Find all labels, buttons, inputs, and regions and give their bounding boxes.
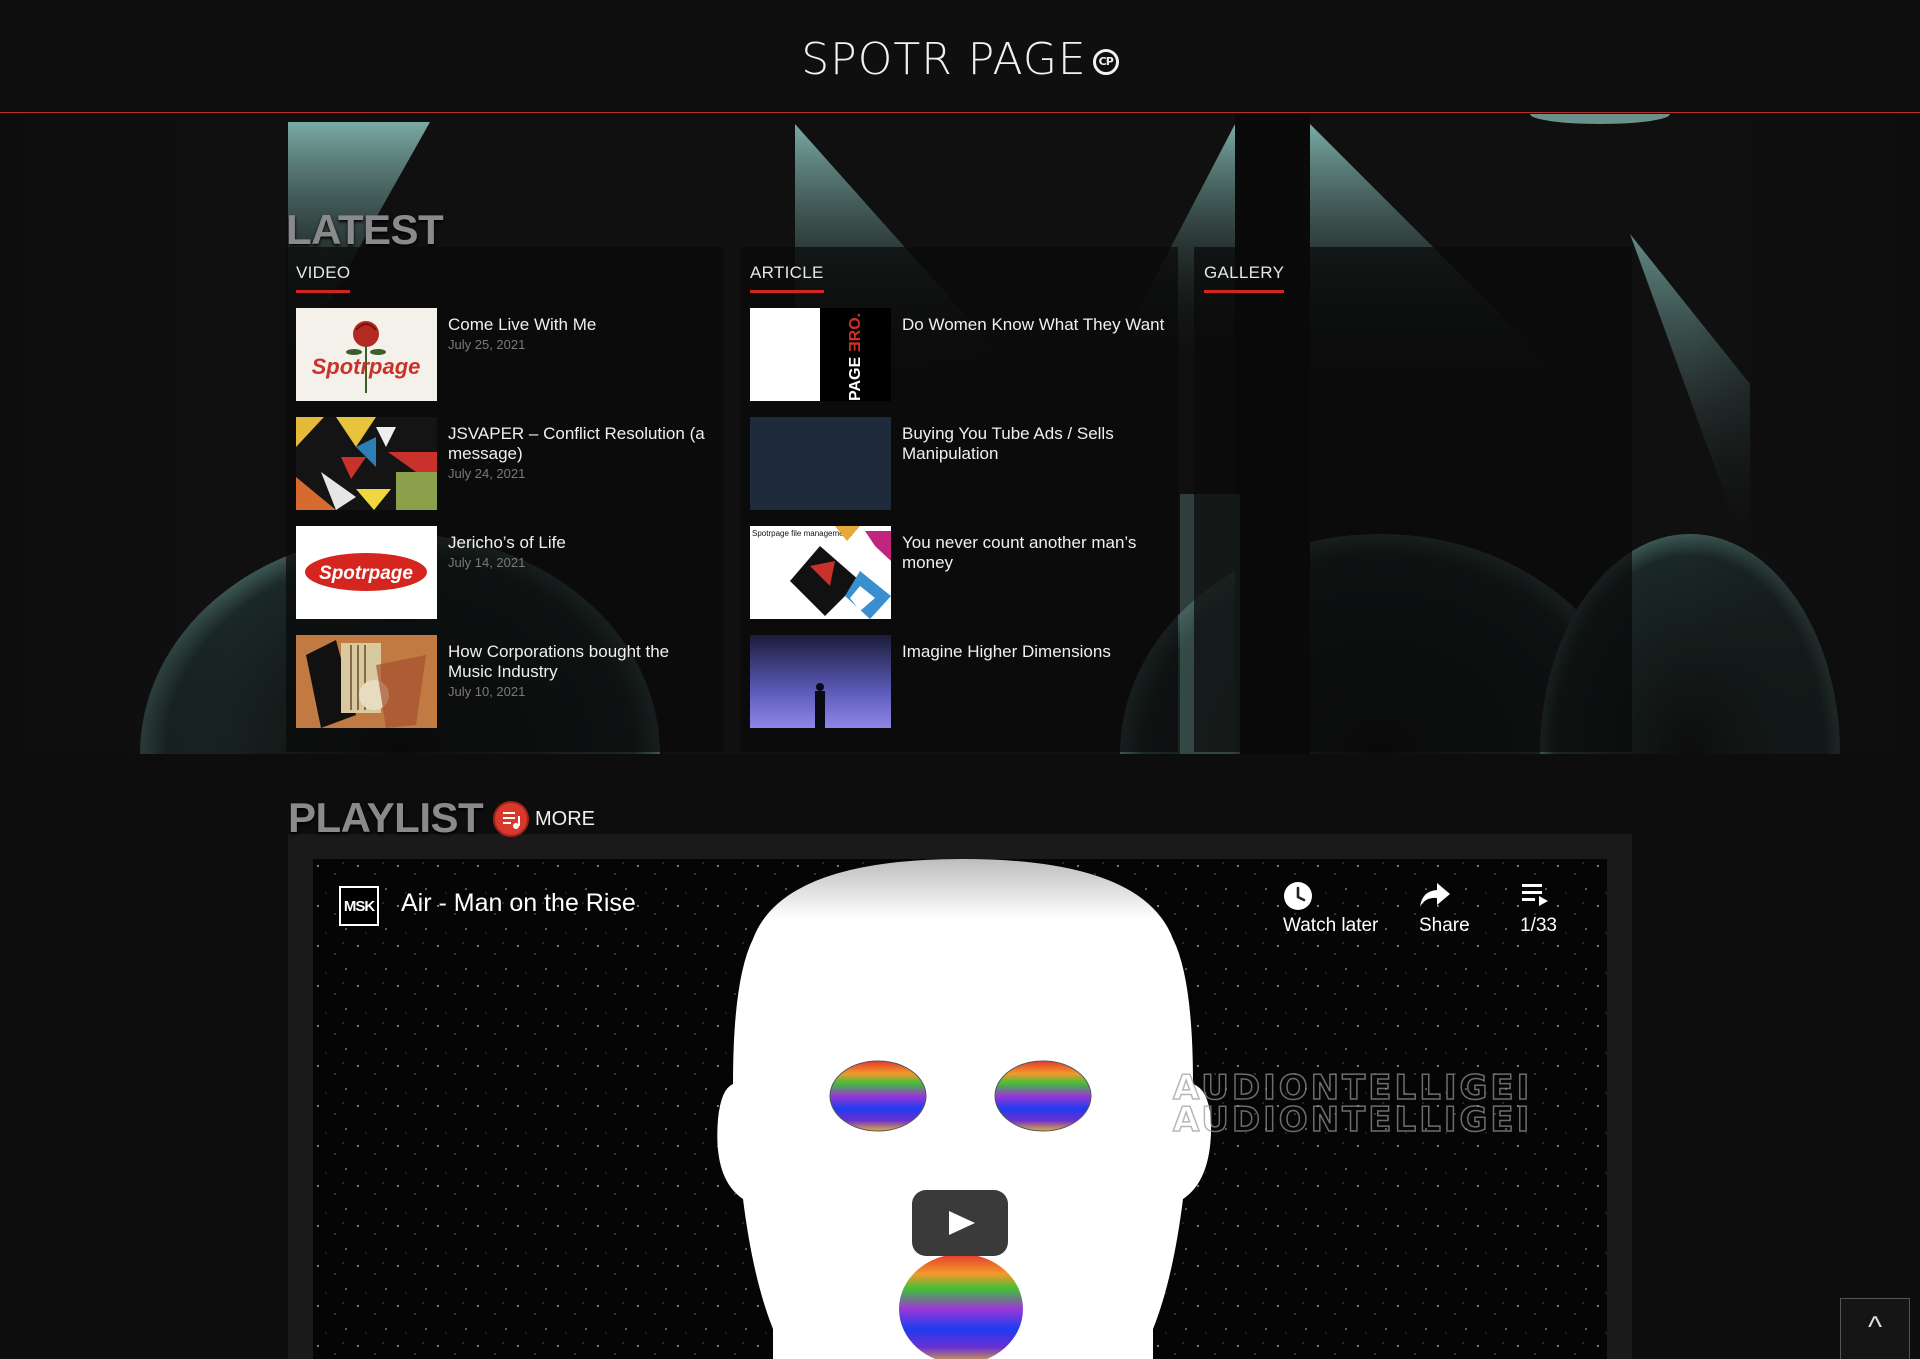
article-item[interactable]: PAGE ƎRO. Do Women Know What They Want: [750, 308, 1174, 401]
embedded-video-player[interactable]: AUDIONTELLIGEI AUDIONTELLIGEI MSK Air - …: [313, 859, 1607, 1359]
playlist-position: 1/33: [1520, 915, 1557, 936]
playlist-queue-icon: [1520, 881, 1557, 915]
site-title-text[interactable]: SPOTR PAGE: [801, 34, 1086, 85]
watch-later-button[interactable]: Watch later: [1283, 881, 1378, 937]
site-logo-mark: CP: [1092, 49, 1119, 75]
playlist-queue-button[interactable]: 1/33: [1520, 881, 1557, 937]
video-item-title[interactable]: Jericho’s of Life: [448, 533, 718, 553]
article-item-title[interactable]: Buying You Tube Ads / Sells Manipulation: [902, 424, 1172, 464]
article-thumb-text: PAGE: [847, 357, 864, 401]
article-item-title[interactable]: Do Women Know What They Want: [902, 315, 1172, 335]
article-thumb-caption: Spotrpage file management.: [752, 529, 853, 538]
watch-later-label: Watch later: [1283, 915, 1379, 936]
share-label: Share: [1419, 915, 1470, 936]
video-column: VIDEO Spotrpage Come Live With Me July 2…: [286, 247, 724, 752]
article-thumbnail[interactable]: [750, 635, 891, 728]
video-item-date: July 25, 2021: [448, 337, 526, 352]
site-title[interactable]: SPOTR PAGE CP: [0, 34, 1920, 85]
video-item-date: July 10, 2021: [448, 684, 526, 699]
video-item-date: July 14, 2021: [448, 555, 526, 570]
video-thumbnail[interactable]: [296, 635, 437, 728]
article-thumbnail[interactable]: [750, 417, 891, 510]
article-column: ARTICLE PAGE ƎRO. Do Women Know What The…: [740, 247, 1178, 752]
latest-grid: VIDEO Spotrpage Come Live With Me July 2…: [286, 247, 1632, 752]
article-item[interactable]: Imagine Higher Dimensions: [750, 635, 1174, 728]
video-item-title[interactable]: Come Live With Me: [448, 315, 718, 335]
tab-video[interactable]: VIDEO: [296, 263, 351, 293]
more-label[interactable]: MORE: [535, 808, 595, 831]
gallery-column: GALLERY: [1194, 247, 1632, 752]
play-button[interactable]: [912, 1190, 1008, 1256]
share-button[interactable]: Share: [1419, 881, 1470, 937]
video-item-title[interactable]: How Corporations bought the Music Indust…: [448, 642, 718, 682]
video-item[interactable]: How Corporations bought the Music Indust…: [296, 635, 720, 728]
clock-icon: [1283, 881, 1378, 915]
playlist-heading: PLAYLIST: [288, 794, 484, 841]
video-item[interactable]: JSVAPER – Conflict Resolution (a message…: [296, 417, 720, 510]
site-header: SPOTR PAGE CP: [0, 0, 1920, 113]
video-thumbnail[interactable]: Spotrpage: [296, 308, 437, 401]
video-item-date: July 24, 2021: [448, 466, 526, 481]
back-to-top-button[interactable]: ^: [1840, 1298, 1910, 1359]
playlist-player-frame: AUDIONTELLIGEI AUDIONTELLIGEI MSK Air - …: [288, 834, 1632, 1359]
video-thumbnail[interactable]: Spotrpage: [296, 526, 437, 619]
video-thumb-wordmark: Spotrpage: [319, 563, 413, 584]
tab-article[interactable]: ARTICLE: [750, 263, 824, 293]
article-item[interactable]: Buying You Tube Ads / Sells Manipulation: [750, 417, 1174, 510]
video-item[interactable]: Spotrpage Jericho’s of Life July 14, 202…: [296, 526, 720, 619]
video-watermark-line2: AUDIONTELLIGEI: [1173, 1100, 1532, 1140]
channel-logo[interactable]: MSK: [339, 886, 379, 926]
article-thumbnail[interactable]: Spotrpage file management.: [750, 526, 891, 619]
video-item[interactable]: Spotrpage Come Live With Me July 25, 202…: [296, 308, 720, 401]
more-playlist-link[interactable]: MORE: [493, 801, 595, 837]
latest-heading: LATEST: [286, 206, 444, 253]
article-thumbnail[interactable]: PAGE ƎRO.: [750, 308, 891, 401]
video-title[interactable]: Air - Man on the Rise: [401, 889, 636, 918]
article-item-title[interactable]: You never count another man’s money: [902, 533, 1172, 573]
share-icon: [1419, 881, 1470, 915]
article-item-title[interactable]: Imagine Higher Dimensions: [902, 642, 1172, 662]
article-thumb-text-red: ƎRO.: [847, 313, 864, 352]
video-thumb-wordmark: Spotrpage: [312, 354, 421, 379]
playlist-icon: [493, 801, 529, 837]
article-item[interactable]: Spotrpage file management. You never cou…: [750, 526, 1174, 619]
video-thumbnail[interactable]: [296, 417, 437, 510]
tab-gallery[interactable]: GALLERY: [1204, 263, 1285, 293]
video-item-title[interactable]: JSVAPER – Conflict Resolution (a message…: [448, 424, 718, 464]
